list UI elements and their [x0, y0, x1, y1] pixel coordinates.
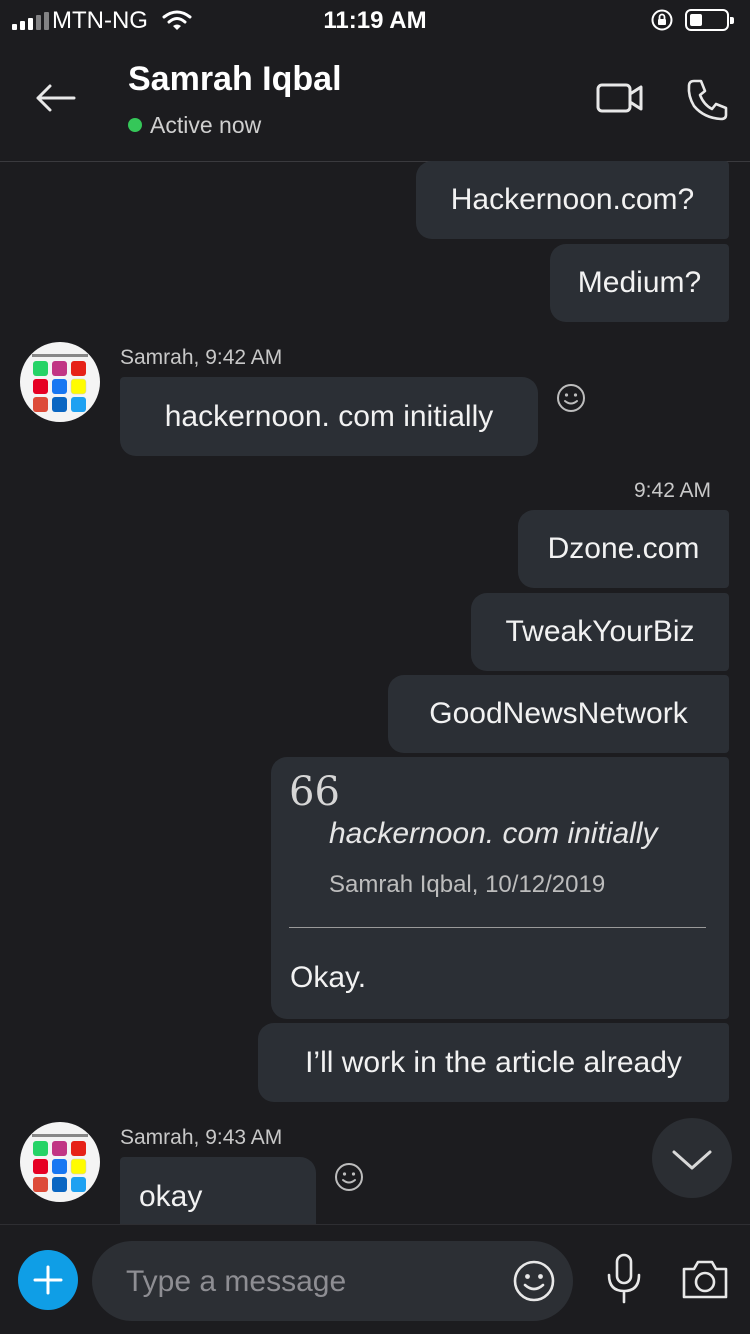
message-bubble[interactable]: Dzone.com [518, 510, 729, 588]
chat-screen: MTN-NG 11:19 AM Samrah Iqbal Active now [0, 0, 750, 1334]
message-text: TweakYourBiz [505, 615, 695, 648]
message-bubble[interactable]: okay [120, 1157, 316, 1224]
quote-mark-icon: 66 [289, 769, 340, 815]
phone-icon[interactable] [686, 78, 728, 122]
message-text: Hackernoon.com? [450, 183, 695, 216]
sender-timestamp: Samrah, 9:42 AM [120, 346, 283, 369]
battery-icon [685, 9, 734, 31]
emoji-icon[interactable] [512, 1259, 556, 1303]
camera-icon[interactable] [680, 1257, 730, 1301]
presence-status: Active now [128, 112, 261, 139]
message-text: I’ll work in the article already [305, 1045, 682, 1079]
online-dot-icon [128, 118, 142, 132]
social-media-logo-icon [32, 354, 88, 412]
message-text: GoodNewsNetwork [429, 697, 688, 730]
back-arrow-icon[interactable] [30, 76, 82, 120]
video-call-icon[interactable] [596, 80, 644, 116]
reaction-smiley-icon[interactable] [334, 1162, 364, 1192]
message-text: Medium? [577, 266, 702, 299]
chevron-down-icon [672, 1150, 712, 1170]
add-button[interactable] [18, 1250, 78, 1310]
avatar[interactable] [20, 1122, 100, 1202]
message-bubble[interactable]: Medium? [550, 244, 729, 322]
scroll-to-bottom-button[interactable] [652, 1118, 732, 1198]
quoted-reply-bubble[interactable]: 66 hackernoon. com initially Samrah Iqba… [271, 757, 729, 1019]
avatar[interactable] [20, 342, 100, 422]
message-input-container [92, 1241, 573, 1323]
microphone-icon[interactable] [604, 1253, 644, 1305]
contact-name[interactable]: Samrah Iqbal [128, 60, 342, 99]
message-input[interactable] [124, 1241, 508, 1323]
sender-timestamp: Samrah, 9:43 AM [120, 1126, 283, 1149]
reaction-smiley-icon[interactable] [556, 383, 586, 413]
message-bubble[interactable]: Hackernoon.com? [416, 161, 729, 239]
message-timestamp: 9:42 AM [634, 479, 712, 502]
message-text: hackernoon. com initially [164, 399, 494, 433]
message-bubble[interactable]: GoodNewsNetwork [388, 675, 729, 753]
compose-bar [0, 1224, 750, 1334]
chat-header: Samrah Iqbal Active now [0, 40, 750, 162]
quoted-text: hackernoon. com initially [329, 817, 658, 850]
message-bubble[interactable]: I’ll work in the article already [258, 1023, 729, 1102]
message-bubble[interactable]: TweakYourBiz [471, 593, 729, 671]
quote-divider [289, 927, 706, 928]
status-bar: MTN-NG 11:19 AM [0, 0, 750, 40]
rotation-lock-icon [651, 9, 673, 31]
message-text: Dzone.com [547, 532, 700, 565]
message-text: okay [139, 1180, 203, 1213]
reply-text: Okay. [290, 961, 367, 994]
plus-icon [33, 1265, 63, 1295]
quoted-source: Samrah Iqbal, 10/12/2019 [329, 871, 606, 898]
presence-label: Active now [150, 112, 262, 138]
message-bubble[interactable]: hackernoon. com initially [120, 377, 538, 456]
clock: 11:19 AM [323, 7, 427, 34]
social-media-logo-icon [32, 1134, 88, 1192]
